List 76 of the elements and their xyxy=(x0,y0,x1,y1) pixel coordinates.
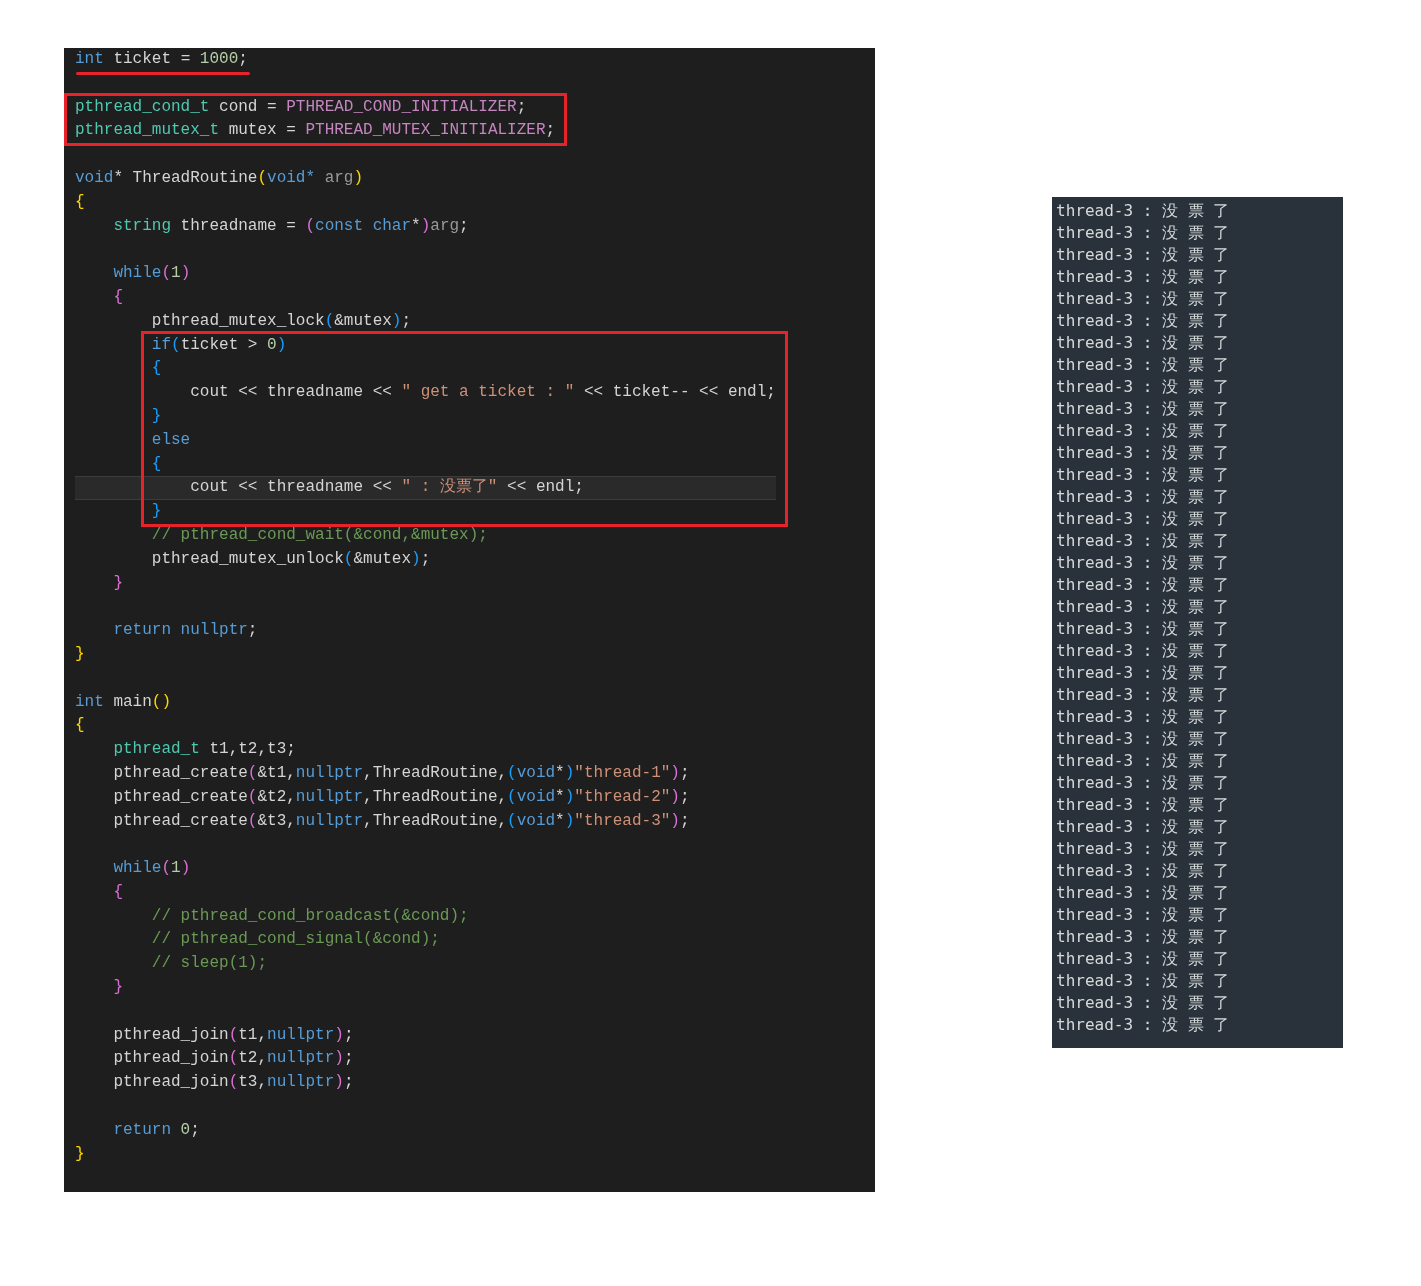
code-line: pthread_join(t1,nullptr); xyxy=(112,1024,354,1046)
terminal-line: thread-3 : 没 票 了 xyxy=(1056,398,1230,420)
code-line: pthread_mutex_unlock(&mutex); xyxy=(150,548,432,570)
code-line: string threadname = (const char*)arg; xyxy=(112,215,469,237)
terminal-line: thread-3 : 没 票 了 xyxy=(1056,970,1230,992)
code-line: { xyxy=(112,286,124,308)
code-line: { xyxy=(75,191,86,213)
terminal-line: thread-3 : 没 票 了 xyxy=(1056,574,1230,596)
terminal-line: thread-3 : 没 票 了 xyxy=(1056,706,1230,728)
code-line: pthread_mutex_t mutex = PTHREAD_MUTEX_INITIALIZER; xyxy=(75,120,556,142)
terminal-line: thread-3 : 没 票 了 xyxy=(1056,662,1230,684)
code-line: void* ThreadRoutine(void* arg) xyxy=(75,168,365,189)
code-line: } xyxy=(150,405,163,427)
code-line: pthread_create(&t3,nullptr,ThreadRoutine,(void*)"thread-3"); xyxy=(112,810,690,832)
code-line: // pthread_cond_wait(&cond,&mutex); xyxy=(150,524,488,546)
terminal-line: thread-3 : 没 票 了 xyxy=(1056,816,1230,838)
code-line: if(ticket > 0) xyxy=(150,334,288,356)
code-line: pthread_cond_t cond = PTHREAD_COND_INITIALIZER; xyxy=(75,96,528,118)
terminal-line: thread-3 : 没 票 了 xyxy=(1056,354,1230,376)
code-line: pthread_create(&t2,nullptr,ThreadRoutine,(void*)"thread-2"); xyxy=(112,786,690,808)
code-line: pthread_create(&t1,nullptr,ThreadRoutine,(void*)"thread-1"); xyxy=(112,762,690,784)
code-line: } xyxy=(112,572,124,594)
terminal-line: thread-3 : 没 票 了 xyxy=(1056,464,1230,486)
terminal-line: thread-3 : 没 票 了 xyxy=(1056,750,1230,772)
code-line: while(1) xyxy=(112,858,192,880)
terminal-line: thread-3 : 没 票 了 xyxy=(1056,618,1230,640)
code-line: pthread_mutex_lock(&mutex); xyxy=(150,310,412,332)
terminal-line: thread-3 : 没 票 了 xyxy=(1056,486,1230,508)
terminal-line: thread-3 : 没 票 了 xyxy=(1056,926,1230,948)
code-line: cout << threadname << " get a ticket : " << ticket-- << endl; xyxy=(189,382,776,404)
code-line: int main() xyxy=(75,691,173,713)
terminal-line: thread-3 : 没 票 了 xyxy=(1056,794,1230,816)
terminal-line: thread-3 : 没 票 了 xyxy=(1056,684,1230,706)
terminal-line: thread-3 : 没 票 了 xyxy=(1056,992,1230,1014)
code-line: // pthread_cond_signal(&cond); xyxy=(150,929,441,951)
terminal-line: thread-3 : 没 票 了 xyxy=(1056,640,1230,662)
code-line: { xyxy=(112,881,124,903)
terminal-line: thread-3 : 没 票 了 xyxy=(1056,310,1230,332)
code-line: { xyxy=(75,715,86,737)
terminal-line: thread-3 : 没 票 了 xyxy=(1056,1014,1230,1036)
code-line: else xyxy=(150,429,192,451)
terminal-line: thread-3 : 没 票 了 xyxy=(1056,508,1230,530)
terminal-line: thread-3 : 没 票 了 xyxy=(1056,200,1230,222)
terminal-line: thread-3 : 没 票 了 xyxy=(1056,860,1230,882)
code-line: } xyxy=(75,1143,86,1165)
code-line: // sleep(1); xyxy=(150,953,269,975)
terminal-line: thread-3 : 没 票 了 xyxy=(1056,728,1230,750)
terminal-line: thread-3 : 没 票 了 xyxy=(1056,288,1230,310)
terminal-line: thread-3 : 没 票 了 xyxy=(1056,882,1230,904)
code-line: pthread_t t1,t2,t3; xyxy=(112,739,297,761)
terminal-line: thread-3 : 没 票 了 xyxy=(1056,420,1230,442)
code-line: while(1) xyxy=(112,263,192,285)
code-line: return nullptr; xyxy=(112,620,258,642)
code-line: } xyxy=(150,501,163,523)
terminal-line: thread-3 : 没 票 了 xyxy=(1056,332,1230,354)
terminal-line: thread-3 : 没 票 了 xyxy=(1056,222,1230,244)
code-line: return 0; xyxy=(112,1119,200,1141)
terminal-line: thread-3 : 没 票 了 xyxy=(1056,530,1230,552)
terminal-line: thread-3 : 没 票 了 xyxy=(1056,948,1230,970)
code-line: { xyxy=(150,358,163,380)
terminal-line: thread-3 : 没 票 了 xyxy=(1056,244,1230,266)
terminal-line: thread-3 : 没 票 了 xyxy=(1056,266,1230,288)
terminal-line: thread-3 : 没 票 了 xyxy=(1056,904,1230,926)
code-line: int ticket = 1000; xyxy=(75,49,248,70)
code-line: // pthread_cond_broadcast(&cond); xyxy=(150,905,469,927)
terminal-line: thread-3 : 没 票 了 xyxy=(1056,838,1230,860)
code-line: } xyxy=(112,977,124,999)
terminal-line: thread-3 : 没 票 了 xyxy=(1056,552,1230,574)
code-line: pthread_join(t3,nullptr); xyxy=(112,1072,354,1094)
terminal-line: thread-3 : 没 票 了 xyxy=(1056,376,1230,398)
terminal-line: thread-3 : 没 票 了 xyxy=(1056,772,1230,794)
terminal-line: thread-3 : 没 票 了 xyxy=(1056,596,1230,618)
code-line: { xyxy=(150,453,163,475)
terminal-line: thread-3 : 没 票 了 xyxy=(1056,442,1230,464)
code-line: pthread_join(t2,nullptr); xyxy=(112,1048,354,1070)
code-line: } xyxy=(75,643,86,665)
